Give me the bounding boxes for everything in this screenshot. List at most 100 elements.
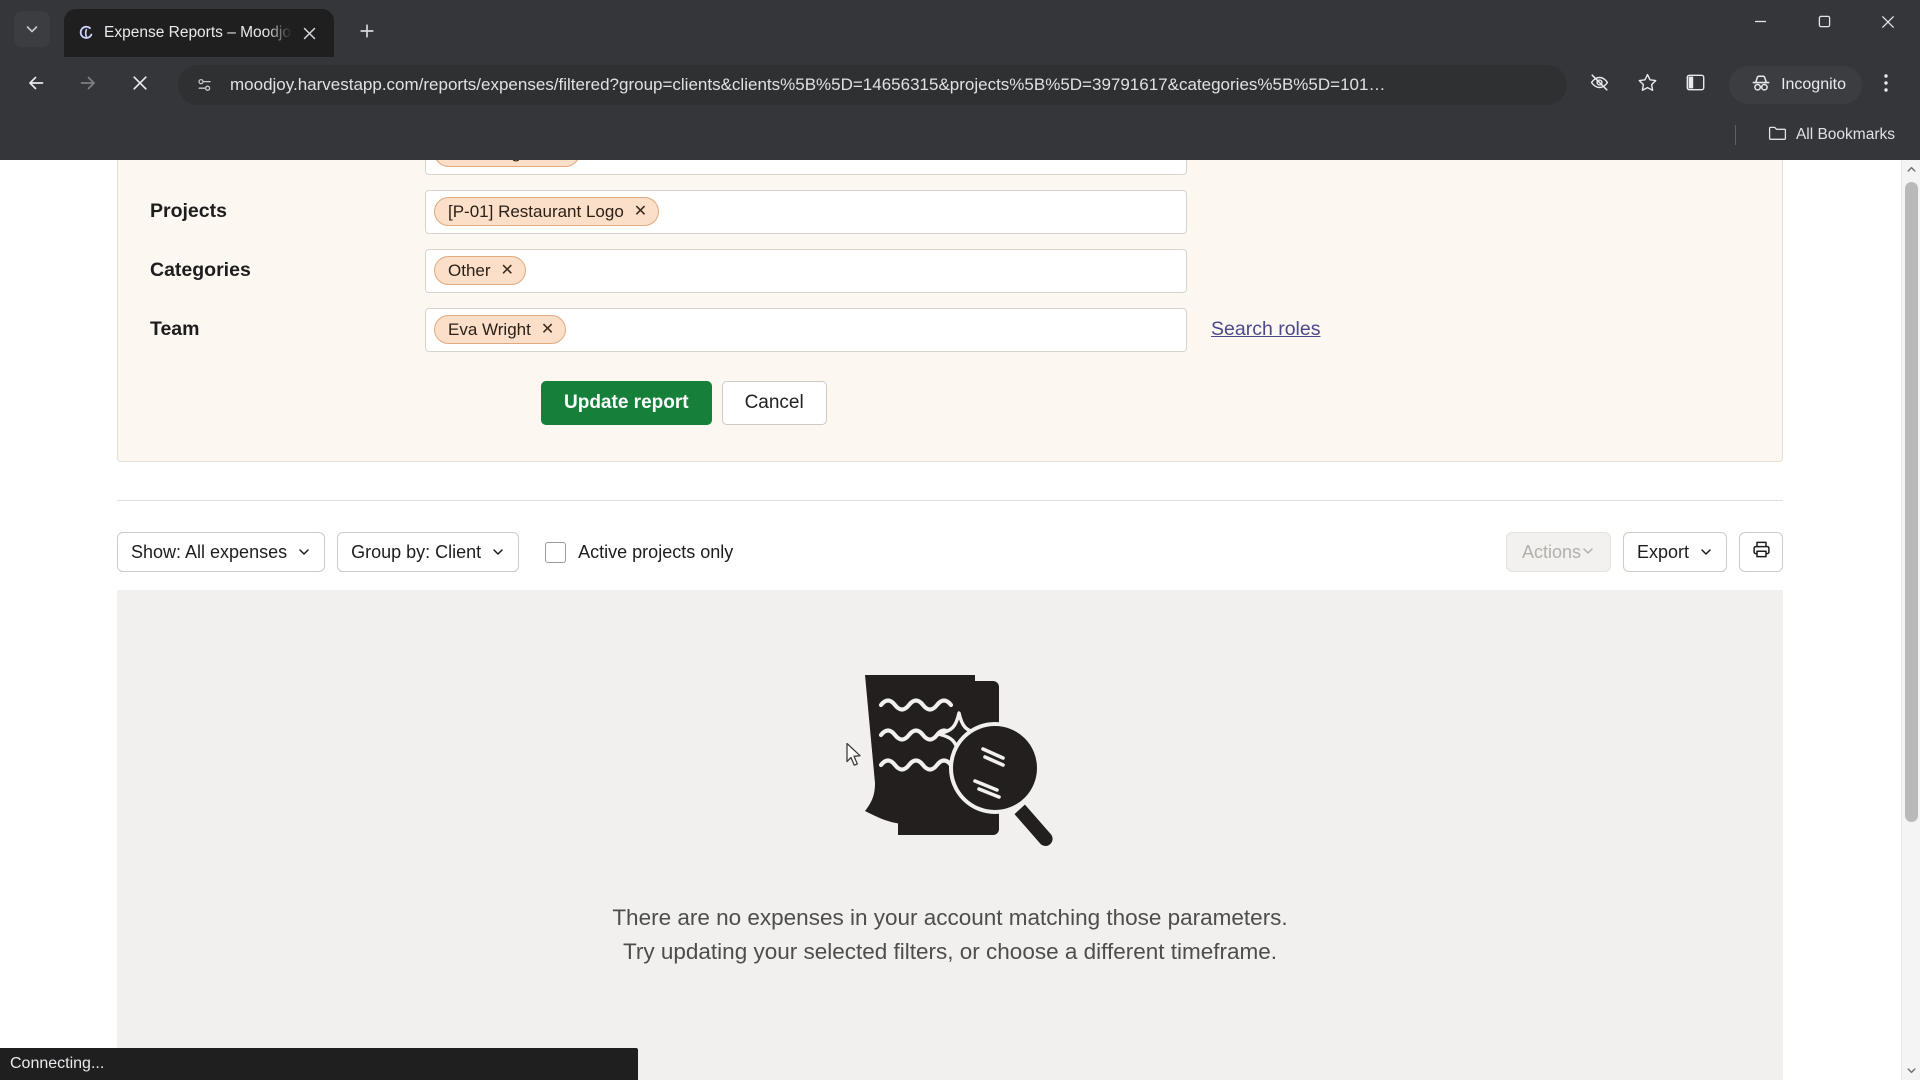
- folder-icon: [1768, 125, 1787, 146]
- document-magnifier-icon: [835, 663, 1065, 853]
- chevron-down-icon: [297, 545, 311, 559]
- active-projects-checkbox-wrap[interactable]: Active projects only: [545, 541, 734, 563]
- incognito-icon: [1750, 73, 1772, 98]
- toolbar-right-group: Actions Export: [1505, 532, 1783, 572]
- filter-row-projects: Projects [P-01] Restaurant Logo ✕: [118, 182, 1782, 241]
- scrollbar-down-arrow[interactable]: [1902, 1061, 1920, 1080]
- chevron-down-icon: [1581, 542, 1595, 563]
- back-button[interactable]: [16, 65, 56, 105]
- tracking-protection-button[interactable]: [1580, 66, 1618, 104]
- empty-state-text: There are no expenses in your account ma…: [612, 901, 1287, 969]
- filter-label-categories: Categories: [150, 259, 251, 281]
- filter-row-team: Team Eva Wright ✕ Search roles: [118, 300, 1782, 359]
- browser-toolbar: moodjoy.harvestapp.com/reports/expenses/…: [0, 57, 1920, 113]
- empty-state-line-1: There are no expenses in your account ma…: [612, 905, 1288, 930]
- browser-chrome: Expense Reports – Moodjoy – H: [0, 0, 1920, 160]
- empty-state-panel: There are no expenses in your account ma…: [117, 590, 1783, 1080]
- active-projects-label: Active projects only: [578, 541, 734, 562]
- filter-token[interactable]: [P-01] Restaurant Logo ✕: [434, 197, 660, 226]
- status-text: Connecting...: [10, 1055, 105, 1072]
- token-label: [P-01] Restaurant Logo: [448, 201, 624, 221]
- section-divider: [117, 500, 1783, 501]
- empty-state-line-2: Try updating your selected filters, or c…: [622, 939, 1278, 964]
- filter-token[interactable]: John Rogers ✕: [434, 160, 580, 167]
- harvest-logo-icon: [76, 24, 94, 42]
- stop-loading-button[interactable]: [120, 65, 160, 105]
- printer-icon: [1751, 539, 1772, 565]
- show-filter-label: Show: All expenses: [131, 541, 288, 562]
- page-content: Clients John Rogers ✕ Projects [P: [0, 160, 1901, 1080]
- remove-token-icon[interactable]: ✕: [541, 321, 554, 338]
- stop-loading-icon: [131, 74, 149, 97]
- cancel-button[interactable]: Cancel: [721, 381, 827, 425]
- close-window-button[interactable]: [1856, 0, 1920, 48]
- remove-token-icon[interactable]: ✕: [634, 203, 647, 220]
- page-scrollbar[interactable]: [1901, 160, 1920, 1080]
- all-bookmarks-label: All Bookmarks: [1795, 126, 1895, 143]
- arrow-back-icon: [26, 73, 46, 98]
- bookmark-button[interactable]: [1628, 66, 1666, 104]
- star-icon: [1637, 72, 1658, 98]
- filter-label-team: Team: [150, 318, 200, 340]
- side-panel-icon: [1685, 72, 1706, 98]
- projects-token-field[interactable]: [P-01] Restaurant Logo ✕: [425, 189, 1187, 234]
- tab-search-button[interactable]: [14, 11, 50, 47]
- export-dropdown[interactable]: Export: [1622, 532, 1727, 572]
- browser-window: Expense Reports – Moodjoy – H: [0, 0, 1920, 1080]
- filter-label-projects: Projects: [150, 200, 227, 222]
- export-label: Export: [1636, 541, 1689, 562]
- browser-menu-button[interactable]: [1867, 66, 1905, 104]
- group-by-dropdown[interactable]: Group by: Client: [337, 532, 520, 572]
- active-projects-checkbox[interactable]: [545, 541, 567, 563]
- chevron-down-icon: [491, 545, 505, 559]
- token-label: Eva Wright: [448, 319, 531, 339]
- new-tab-button[interactable]: [350, 16, 384, 50]
- tab-title: Expense Reports – Moodjoy – H: [104, 24, 292, 41]
- minimize-button[interactable]: [1728, 0, 1792, 48]
- plus-icon: [359, 23, 375, 44]
- scrollbar-thumb[interactable]: [1905, 182, 1918, 822]
- filter-label-clients: Clients: [150, 160, 425, 164]
- clients-token-field[interactable]: John Rogers ✕: [425, 160, 1187, 175]
- maximize-button[interactable]: [1792, 0, 1856, 48]
- show-filter-dropdown[interactable]: Show: All expenses: [117, 532, 326, 572]
- actions-dropdown: Actions: [1505, 532, 1611, 572]
- token-label: John Rogers: [448, 160, 544, 163]
- print-button[interactable]: [1739, 532, 1783, 572]
- actions-label: Actions: [1521, 541, 1581, 562]
- group-by-label: Group by: Client: [351, 541, 482, 562]
- all-bookmarks-button[interactable]: All Bookmarks: [1750, 120, 1904, 151]
- close-icon[interactable]: [296, 20, 322, 46]
- bookmarks-separator: [1734, 125, 1736, 145]
- filter-row-clients: Clients John Rogers ✕: [118, 160, 1782, 182]
- site-settings-icon[interactable]: [192, 72, 218, 98]
- incognito-indicator[interactable]: Incognito: [1729, 66, 1862, 104]
- search-roles-link[interactable]: Search roles: [1211, 318, 1320, 341]
- minimize-icon: [1754, 15, 1767, 33]
- window-close-icon: [1881, 15, 1895, 34]
- update-report-button[interactable]: Update report: [541, 381, 712, 425]
- report-list-toolbar: Show: All expenses Group by: Client Acti…: [117, 530, 1783, 574]
- filter-token[interactable]: Eva Wright ✕: [434, 315, 567, 344]
- categories-token-field[interactable]: Other ✕: [425, 248, 1187, 293]
- filter-row-categories: Categories Other ✕: [118, 241, 1782, 300]
- filter-token[interactable]: Other ✕: [434, 256, 526, 285]
- scrollbar-up-arrow[interactable]: [1902, 160, 1920, 179]
- forward-button[interactable]: [68, 65, 108, 105]
- browser-tab[interactable]: Expense Reports – Moodjoy – H: [64, 9, 334, 57]
- url-text: moodjoy.harvestapp.com/reports/expenses/…: [230, 75, 1386, 94]
- window-controls: [1728, 0, 1920, 48]
- address-bar[interactable]: moodjoy.harvestapp.com/reports/expenses/…: [178, 65, 1568, 105]
- chevron-down-icon: [1699, 545, 1713, 559]
- bookmarks-bar: All Bookmarks: [0, 113, 1920, 157]
- maximize-icon: [1818, 15, 1831, 33]
- token-label: Other: [448, 260, 491, 280]
- remove-token-icon[interactable]: ✕: [501, 262, 514, 279]
- eye-off-icon: [1589, 72, 1610, 98]
- team-token-field[interactable]: Eva Wright ✕: [425, 307, 1187, 352]
- report-filter-panel: Clients John Rogers ✕ Projects [P: [117, 160, 1783, 462]
- remove-token-icon[interactable]: ✕: [554, 160, 567, 161]
- chevron-down-icon: [24, 21, 40, 37]
- side-panel-button[interactable]: [1676, 66, 1714, 104]
- filter-rows: Clients John Rogers ✕ Projects [P: [118, 160, 1782, 359]
